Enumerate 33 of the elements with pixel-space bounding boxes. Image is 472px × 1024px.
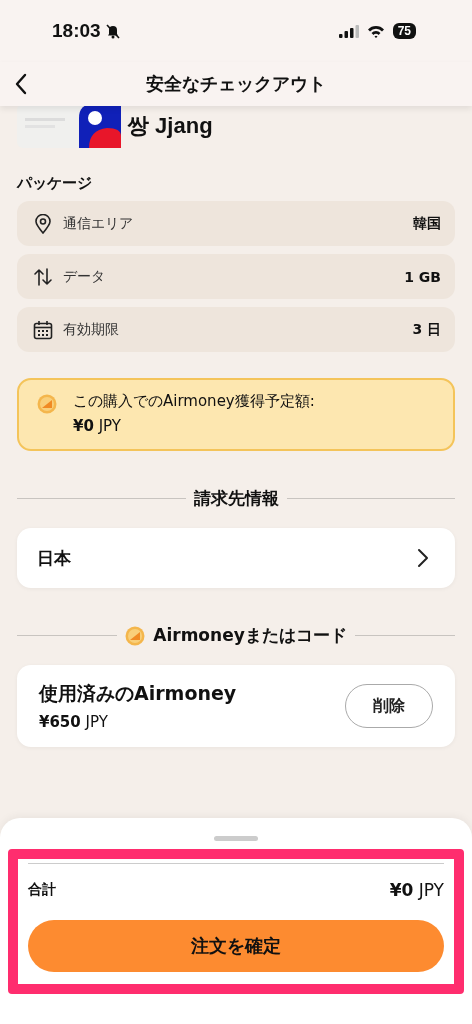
section-heading: パッケージ bbox=[17, 174, 93, 193]
location-pin-icon bbox=[33, 213, 53, 234]
row-value: 3 日 bbox=[412, 320, 441, 339]
sheet-handle[interactable] bbox=[214, 836, 258, 841]
product-name: 쌍 Jjang bbox=[127, 112, 213, 140]
row-label: 有効期限 bbox=[63, 320, 120, 339]
remove-button[interactable]: 削除 bbox=[345, 684, 433, 728]
total-label: 合計 bbox=[28, 881, 56, 899]
back-icon bbox=[14, 73, 28, 95]
wifi-icon bbox=[366, 24, 385, 38]
chevron-right-icon bbox=[417, 548, 429, 568]
notice-amount: ¥0 JPY bbox=[73, 417, 122, 435]
total-amount: ¥0 JPY bbox=[389, 880, 444, 900]
row-value: 1 GB bbox=[404, 268, 441, 285]
notice-text: この購入でのAirmoney獲得予定額: bbox=[73, 392, 315, 411]
row-value: 韓国 bbox=[413, 214, 441, 233]
status-time: 18:03 bbox=[52, 20, 101, 42]
page-title: 安全なチェックアウト bbox=[146, 72, 326, 96]
up-down-arrows-icon bbox=[33, 266, 53, 287]
row-label: 通信エリア bbox=[63, 214, 134, 233]
confirm-order-button[interactable]: 注文を確定 bbox=[28, 920, 444, 972]
used-airmoney-label: 使用済みのAirmoney bbox=[39, 681, 237, 706]
signal-icon bbox=[338, 24, 359, 38]
coin-icon bbox=[37, 394, 57, 414]
section-heading: Airmoneyまたはコード bbox=[153, 624, 347, 647]
row-label: データ bbox=[63, 267, 106, 286]
coin-icon bbox=[125, 625, 146, 646]
section-heading: 請求先情報 bbox=[193, 487, 279, 510]
muted-bell-icon bbox=[104, 23, 121, 39]
used-amount: ¥650 JPY bbox=[39, 713, 109, 731]
country-selector[interactable]: 日本 bbox=[17, 528, 455, 588]
battery-indicator: 75 bbox=[392, 23, 416, 39]
calendar-icon bbox=[33, 319, 53, 340]
